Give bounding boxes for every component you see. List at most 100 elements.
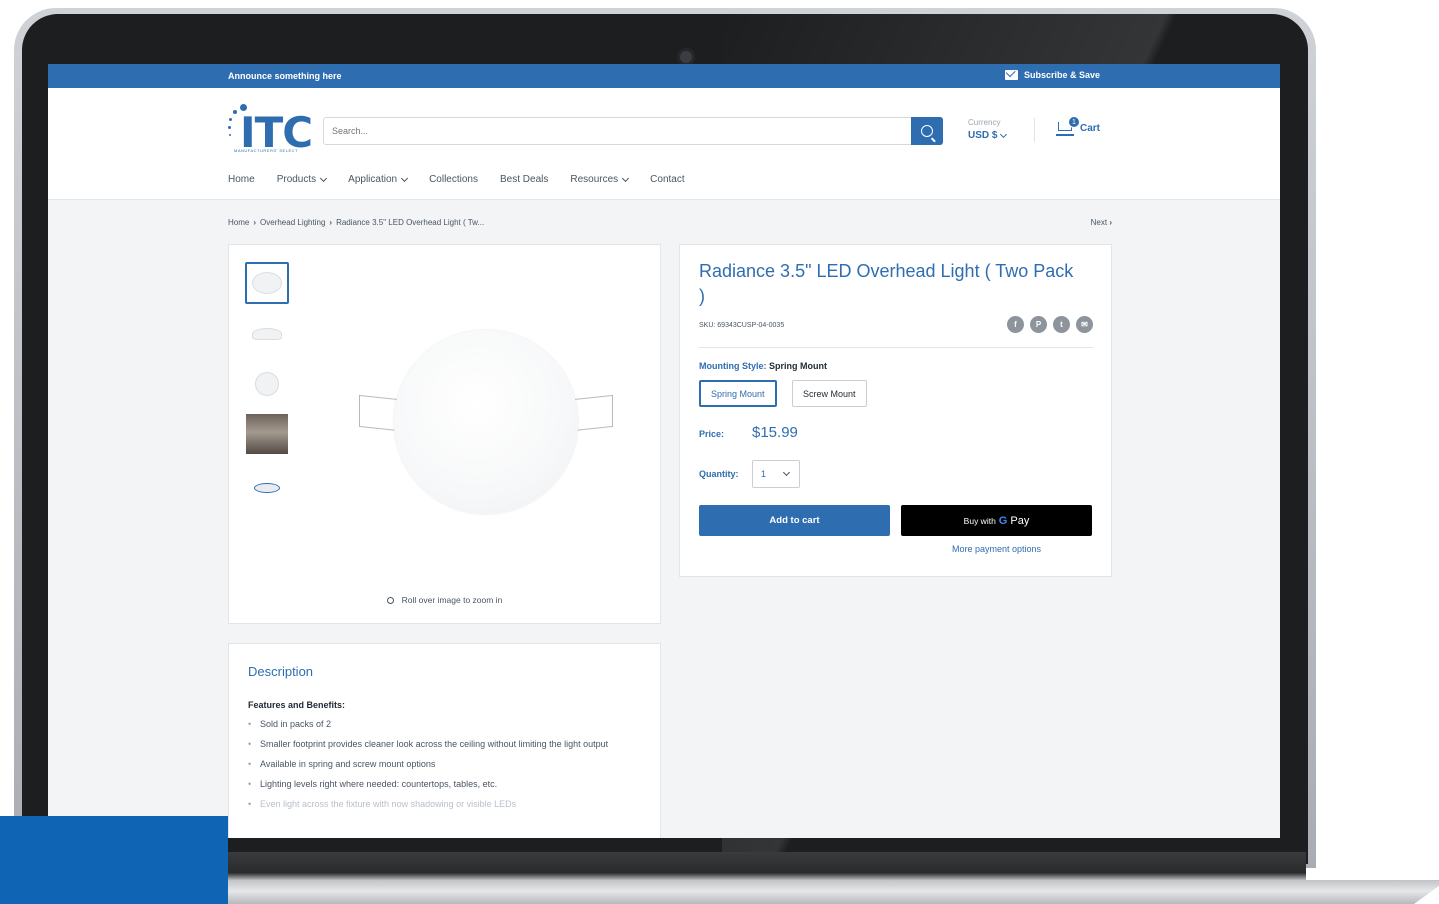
email-icon[interactable]: ✉ bbox=[1076, 316, 1093, 333]
quantity-select[interactable]: 1 bbox=[752, 460, 800, 488]
twitter-icon[interactable]: t bbox=[1053, 316, 1070, 333]
quantity-label: Quantity: bbox=[699, 469, 739, 479]
zoom-hint-text: Roll over image to zoom in bbox=[401, 595, 503, 605]
list-item: Sold in packs of 2 bbox=[248, 716, 648, 733]
description-title: Description bbox=[248, 664, 314, 679]
nav-label: Application bbox=[348, 174, 398, 185]
facebook-icon[interactable]: f bbox=[1007, 316, 1024, 333]
thumbnail-5[interactable] bbox=[245, 467, 289, 509]
mail-icon bbox=[1004, 70, 1018, 80]
nav-label: Products bbox=[276, 174, 317, 185]
mounting-value: Spring Mount bbox=[769, 361, 828, 371]
nav-label: Best Deals bbox=[500, 174, 549, 185]
mounting-style-label: Mounting Style: Spring Mount bbox=[699, 361, 827, 371]
list-item: Available in spring and screw mount opti… bbox=[248, 756, 648, 773]
itc-logo[interactable]: ITC MANUFACTURERS' SELECT bbox=[228, 102, 313, 158]
next-label: Next bbox=[1090, 218, 1108, 227]
pinterest-icon[interactable]: P bbox=[1030, 316, 1047, 333]
chevron-down-icon bbox=[1000, 130, 1008, 138]
option-spring-mount[interactable]: Spring Mount bbox=[699, 380, 777, 407]
product-sku: SKU: 69343CUSP-04-0035 bbox=[699, 322, 785, 329]
search-icon bbox=[921, 125, 933, 137]
nav-item-application[interactable]: Application bbox=[348, 174, 409, 185]
price-label: Price: bbox=[699, 429, 725, 439]
subscribe-label: Subscribe & Save bbox=[1023, 70, 1100, 80]
thumbnail-3[interactable] bbox=[245, 363, 289, 405]
description-card: Description Features and Benefits: Sold … bbox=[228, 643, 661, 838]
currency-value-row: USD $ bbox=[968, 130, 1008, 141]
add-to-cart-button[interactable]: Add to cart bbox=[699, 505, 890, 536]
thumbnail-image bbox=[254, 483, 280, 493]
announcement-text: Announce something here bbox=[228, 71, 342, 81]
thumbnail-1[interactable] bbox=[245, 262, 289, 304]
breadcrumb-category[interactable]: Overhead Lighting bbox=[260, 218, 325, 227]
nav-label: Collections bbox=[429, 174, 478, 185]
next-product-link[interactable]: Next › bbox=[1091, 218, 1112, 227]
features-subtitle: Features and Benefits: bbox=[248, 700, 346, 710]
quantity-value: 1 bbox=[761, 469, 767, 479]
mounting-label: Mounting Style: bbox=[699, 361, 767, 371]
nav-label: Resources bbox=[570, 174, 619, 185]
gpay-pay-text: Pay bbox=[1010, 514, 1030, 527]
breadcrumb-home[interactable]: Home bbox=[228, 218, 249, 227]
accent-block bbox=[0, 816, 228, 904]
option-screw-mount[interactable]: Screw Mount bbox=[792, 380, 867, 407]
chevron-right-icon: › bbox=[253, 218, 257, 227]
list-item: Lighting levels right where needed: coun… bbox=[248, 776, 648, 793]
thumbnail-image bbox=[252, 272, 282, 294]
list-item: Smaller footprint provides cleaner look … bbox=[248, 736, 648, 753]
logo-dot-icon bbox=[228, 126, 231, 129]
nav-item-collections[interactable]: Collections bbox=[429, 174, 478, 185]
cart-count-badge: 1 bbox=[1068, 116, 1080, 128]
nav-label: Contact bbox=[650, 174, 685, 185]
search-input[interactable] bbox=[324, 118, 904, 144]
breadcrumb: Home › Overhead Lighting › Radiance 3.5"… bbox=[228, 218, 484, 227]
features-list: Sold in packs of 2 Smaller footprint pro… bbox=[248, 716, 648, 816]
currency-value: USD $ bbox=[968, 130, 998, 141]
zoom-hint: Roll over image to zoom in bbox=[229, 595, 660, 605]
currency-label: Currency bbox=[968, 118, 1001, 127]
nav-item-products[interactable]: Products bbox=[276, 174, 328, 185]
thumbnail-image bbox=[252, 328, 282, 340]
search-box bbox=[323, 117, 943, 145]
nav-item-contact[interactable]: Contact bbox=[650, 174, 684, 185]
product-info-card: Radiance 3.5" LED Overhead Light ( Two P… bbox=[679, 244, 1112, 577]
thumbnail-image bbox=[255, 372, 279, 396]
product-title: Radiance 3.5" LED Overhead Light ( Two P… bbox=[699, 261, 1074, 306]
chevron-right-icon: › bbox=[1109, 218, 1112, 227]
nav-item-best-deals[interactable]: Best Deals bbox=[500, 174, 548, 185]
chevron-down-icon bbox=[622, 174, 630, 182]
spring-clip-left bbox=[359, 394, 399, 432]
thumbnail-2[interactable] bbox=[245, 313, 289, 355]
price-value: $15.99 bbox=[752, 424, 798, 441]
header-divider bbox=[1034, 118, 1035, 142]
google-g-icon: G bbox=[998, 514, 1008, 527]
light-disc bbox=[394, 330, 578, 514]
thumbnail-4[interactable] bbox=[245, 413, 289, 455]
chevron-right-icon: › bbox=[329, 218, 333, 227]
site-header: ITC MANUFACTURERS' SELECT Currency USD $… bbox=[48, 88, 1280, 200]
chevron-down-icon bbox=[401, 174, 409, 182]
chevron-down-icon bbox=[782, 468, 791, 477]
spring-clip-right bbox=[573, 394, 613, 432]
logo-subtext: MANUFACTURERS' SELECT bbox=[234, 148, 298, 153]
search-button[interactable] bbox=[911, 117, 943, 145]
zoom-icon bbox=[386, 596, 394, 604]
google-pay-button[interactable]: Buy with G Pay bbox=[901, 505, 1092, 536]
nav-item-resources[interactable]: Resources bbox=[570, 174, 630, 185]
info-divider bbox=[699, 347, 1093, 348]
share-buttons: f P t ✉ bbox=[1007, 316, 1093, 333]
subscribe-link[interactable]: Subscribe & Save bbox=[1004, 70, 1100, 80]
more-payment-options-link[interactable]: More payment options bbox=[901, 544, 1092, 554]
gpay-buy-with: Buy with bbox=[963, 515, 996, 526]
main-product-image[interactable] bbox=[359, 325, 619, 515]
logo-dot-icon bbox=[229, 134, 231, 136]
logo-dot-icon bbox=[229, 118, 232, 121]
main-nav: Home Products Application Collections Be… bbox=[228, 174, 685, 185]
logo-dot-icon bbox=[233, 110, 237, 114]
currency-selector[interactable]: Currency USD $ bbox=[968, 118, 1008, 141]
list-item: Even light across the fixture with now s… bbox=[248, 796, 648, 813]
nav-item-home[interactable]: Home bbox=[228, 174, 255, 185]
announcement-bar: Announce something here Subscribe & Save bbox=[48, 64, 1280, 88]
browser-screen: Announce something here Subscribe & Save… bbox=[48, 64, 1280, 838]
